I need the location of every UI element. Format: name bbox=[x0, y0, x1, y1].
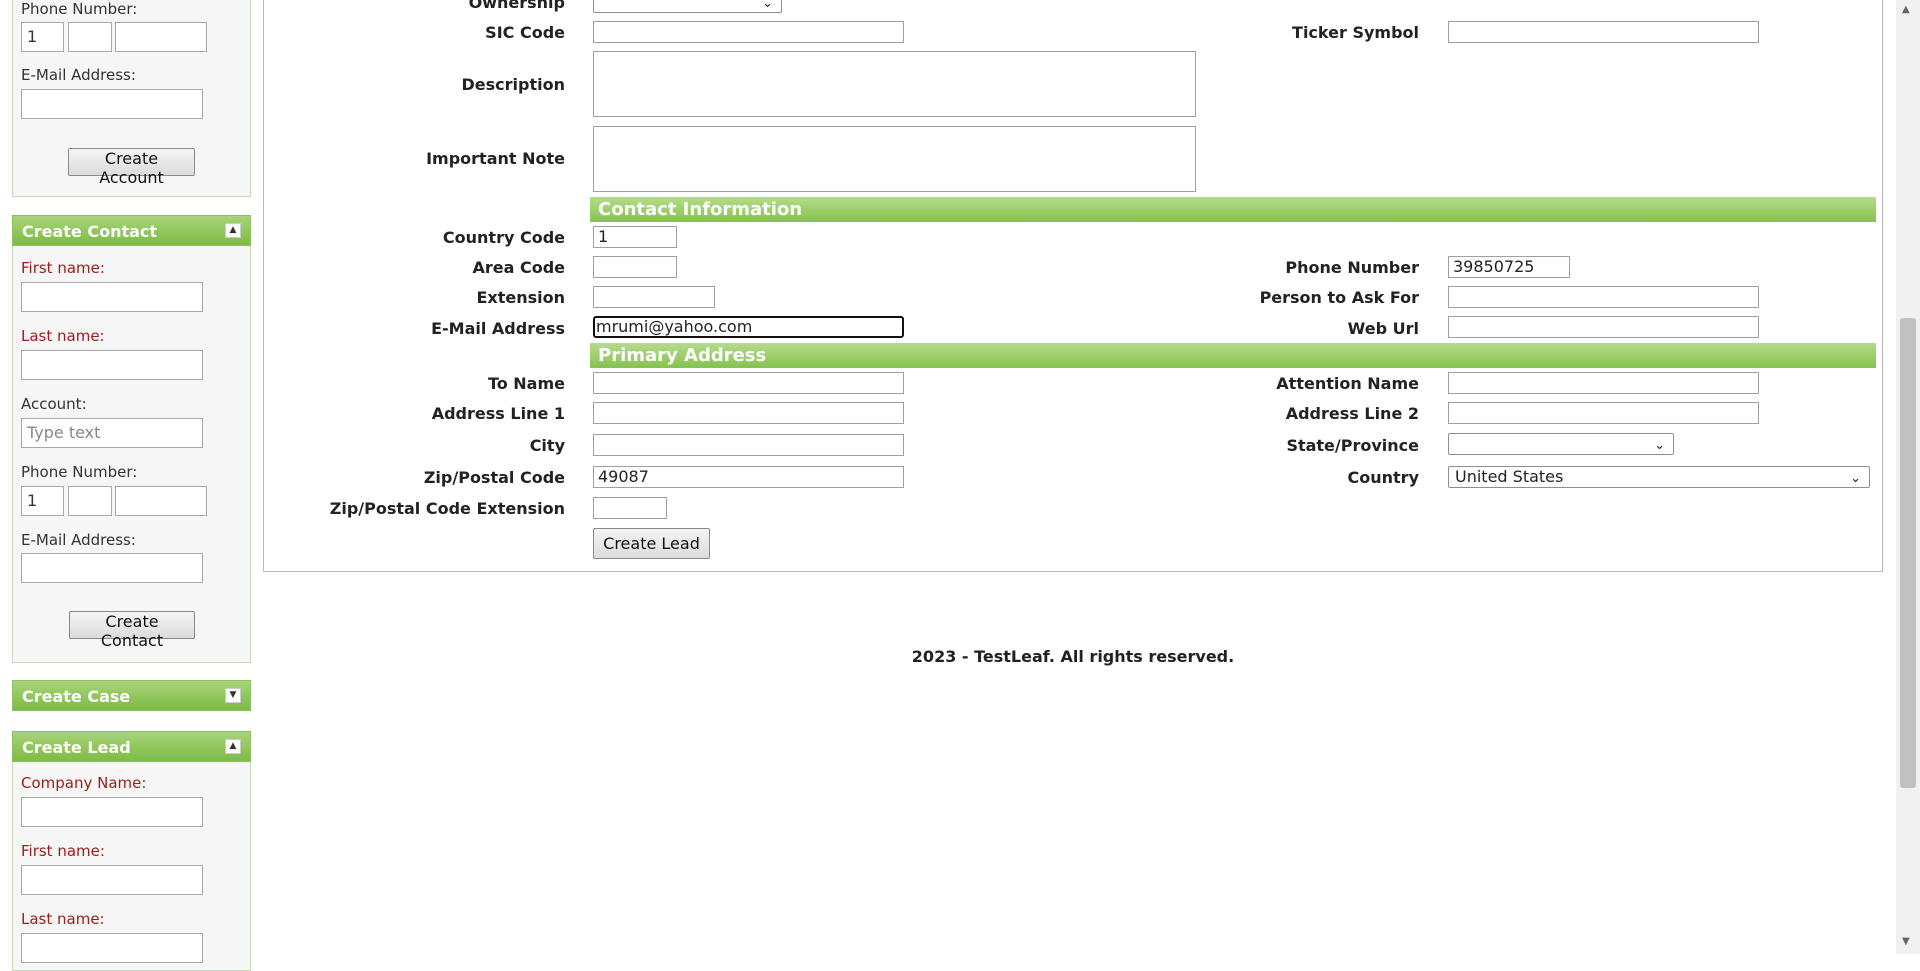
ticker-symbol-input[interactable] bbox=[1448, 21, 1759, 43]
state-province-select[interactable]: ⌄ bbox=[1448, 433, 1674, 455]
address-line2-input[interactable] bbox=[1448, 402, 1759, 424]
extension-label: Extension bbox=[476, 288, 565, 307]
contact-email-input[interactable] bbox=[21, 553, 203, 583]
address-line1-input[interactable] bbox=[593, 402, 904, 424]
to-name-label: To Name bbox=[487, 374, 565, 393]
create-case-header[interactable]: Create Case ▼ bbox=[12, 680, 251, 711]
collapse-icon[interactable]: ▲ bbox=[225, 223, 241, 238]
create-lead-title: Create Lead bbox=[22, 738, 131, 757]
chevron-down-icon: ⌄ bbox=[1850, 471, 1861, 486]
chevron-down-icon: ⌄ bbox=[762, 0, 773, 11]
vertical-scrollbar[interactable]: ▲ ▼ bbox=[1896, 0, 1920, 954]
description-textarea[interactable] bbox=[593, 51, 1196, 117]
zip-extension-label: Zip/Postal Code Extension bbox=[329, 499, 565, 518]
lead-first-name-input[interactable] bbox=[21, 865, 203, 895]
attention-name-label: Attention Name bbox=[1276, 374, 1419, 393]
contact-last-name-input[interactable] bbox=[21, 350, 203, 380]
create-account-button[interactable]: Create Account bbox=[68, 148, 195, 187]
attention-name-input[interactable] bbox=[1448, 372, 1759, 394]
contact-account-label: Account: bbox=[21, 395, 87, 413]
contact-first-name-input[interactable] bbox=[21, 282, 203, 312]
city-input[interactable] bbox=[593, 434, 904, 456]
contact-phone-number-input[interactable] bbox=[115, 486, 207, 516]
account-phone-area-input[interactable] bbox=[68, 22, 112, 52]
account-email-input[interactable] bbox=[21, 89, 203, 119]
sic-code-input[interactable] bbox=[593, 21, 904, 43]
account-phone-number-input[interactable] bbox=[115, 22, 207, 52]
important-note-label: Important Note bbox=[426, 149, 565, 168]
extension-input[interactable] bbox=[593, 286, 715, 308]
to-name-input[interactable] bbox=[593, 372, 904, 394]
country-code-label: Country Code bbox=[442, 228, 565, 247]
country-select[interactable]: United States ⌄ bbox=[1448, 466, 1870, 488]
contact-phone-country-input[interactable]: 1 bbox=[21, 486, 64, 516]
account-phone-country-input[interactable]: 1 bbox=[21, 22, 64, 52]
person-to-ask-for-input[interactable] bbox=[1448, 286, 1759, 308]
contact-email-label: E-Mail Address: bbox=[21, 531, 136, 549]
create-lead-button[interactable]: Create Lead bbox=[593, 528, 710, 559]
address-line2-label: Address Line 2 bbox=[1285, 404, 1419, 423]
scroll-up-icon[interactable]: ▲ bbox=[1902, 4, 1910, 15]
web-url-label: Web Url bbox=[1347, 319, 1419, 338]
phone-number-input[interactable]: 39850725 bbox=[1448, 256, 1570, 278]
contact-information-section: Contact Information bbox=[590, 197, 1876, 222]
ownership-label: Ownership bbox=[468, 0, 565, 12]
footer-copyright: 2023 - TestLeaf. All rights reserved. bbox=[911, 647, 1235, 666]
lead-last-name-input[interactable] bbox=[21, 933, 203, 963]
important-note-textarea[interactable] bbox=[593, 126, 1196, 192]
create-case-title: Create Case bbox=[22, 687, 131, 706]
create-lead-header[interactable]: Create Lead ▲ bbox=[12, 731, 251, 762]
lead-first-name-label: First name: bbox=[21, 842, 105, 860]
contact-first-name-label: First name: bbox=[21, 259, 105, 277]
description-label: Description bbox=[461, 75, 565, 94]
address-line1-label: Address Line 1 bbox=[431, 404, 565, 423]
account-email-label: E-Mail Address: bbox=[21, 66, 136, 84]
contact-last-name-label: Last name: bbox=[21, 327, 105, 345]
zip-postal-code-input[interactable]: 49087 bbox=[593, 466, 904, 488]
city-label: City bbox=[529, 436, 565, 455]
account-phone-label: Phone Number: bbox=[21, 0, 138, 18]
country-code-input[interactable]: 1 bbox=[593, 226, 677, 248]
area-code-label: Area Code bbox=[472, 258, 565, 277]
sic-code-label: SIC Code bbox=[485, 23, 565, 42]
email-address-input[interactable]: mrumi@yahoo.com bbox=[593, 316, 904, 338]
contact-phone-area-input[interactable] bbox=[68, 486, 112, 516]
zip-postal-code-label: Zip/Postal Code bbox=[423, 468, 565, 487]
lead-company-input[interactable] bbox=[21, 797, 203, 827]
scrollbar-thumb[interactable] bbox=[1900, 318, 1916, 788]
create-contact-header[interactable]: Create Contact ▲ bbox=[12, 215, 251, 246]
contact-phone-label: Phone Number: bbox=[21, 463, 138, 481]
phone-number-label: Phone Number bbox=[1285, 258, 1419, 277]
ticker-symbol-label: Ticker Symbol bbox=[1292, 23, 1419, 42]
lead-company-label: Company Name: bbox=[21, 774, 147, 792]
create-contact-button[interactable]: Create Contact bbox=[69, 611, 195, 650]
web-url-input[interactable] bbox=[1448, 316, 1759, 338]
collapse-icon[interactable]: ▲ bbox=[225, 739, 241, 754]
ownership-select[interactable]: ⌄ bbox=[593, 0, 782, 13]
lead-last-name-label: Last name: bbox=[21, 910, 105, 928]
country-label: Country bbox=[1347, 468, 1419, 487]
email-address-label: E-Mail Address bbox=[431, 319, 565, 338]
person-to-ask-for-label: Person to Ask For bbox=[1259, 288, 1419, 307]
primary-address-section: Primary Address bbox=[590, 343, 1876, 368]
scroll-down-icon[interactable]: ▼ bbox=[1902, 936, 1910, 947]
state-province-label: State/Province bbox=[1286, 436, 1419, 455]
country-select-value: United States bbox=[1455, 467, 1564, 486]
expand-icon[interactable]: ▼ bbox=[225, 688, 241, 703]
chevron-down-icon: ⌄ bbox=[1654, 438, 1665, 453]
create-contact-title: Create Contact bbox=[22, 222, 158, 241]
zip-extension-input[interactable] bbox=[593, 497, 667, 519]
contact-account-input[interactable]: Type text bbox=[21, 418, 203, 448]
area-code-input[interactable] bbox=[593, 256, 677, 278]
